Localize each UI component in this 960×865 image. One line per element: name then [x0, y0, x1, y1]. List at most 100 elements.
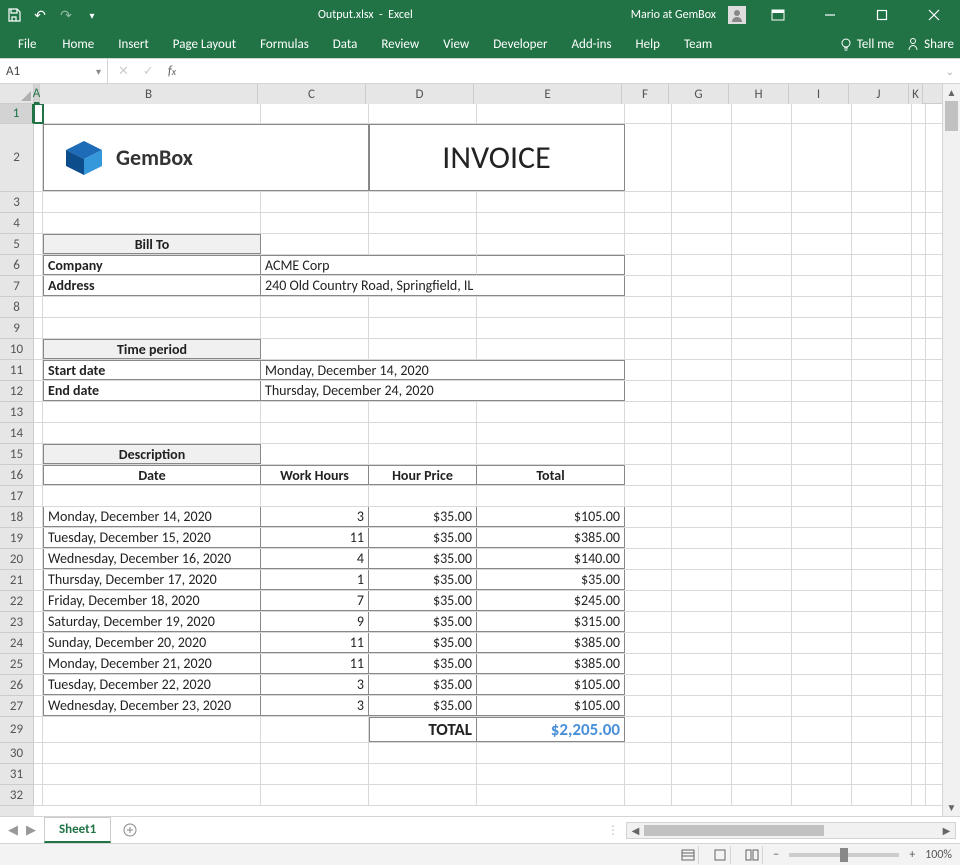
data-total[interactable]: $105.00 [477, 696, 625, 716]
grand-total-value[interactable]: $2,205.00 [477, 717, 625, 742]
cell[interactable] [477, 486, 625, 506]
cell[interactable] [732, 696, 792, 716]
cell[interactable] [852, 507, 912, 527]
cell[interactable] [792, 549, 852, 569]
cell[interactable] [732, 213, 792, 233]
cell[interactable] [477, 444, 625, 464]
cell[interactable] [792, 402, 852, 422]
data-date[interactable]: Thursday, December 17, 2020 [43, 570, 261, 590]
cell[interactable] [34, 696, 43, 716]
cell[interactable] [912, 104, 926, 123]
cell[interactable] [732, 423, 792, 443]
cell[interactable] [732, 276, 792, 296]
cell[interactable] [625, 465, 672, 485]
save-icon[interactable] [6, 7, 22, 23]
user-avatar-icon[interactable] [728, 6, 746, 24]
cell[interactable] [912, 764, 926, 784]
cell[interactable] [912, 423, 926, 443]
data-price[interactable]: $35.00 [369, 612, 477, 632]
tab-team[interactable]: Team [674, 33, 722, 56]
cell[interactable] [43, 104, 261, 123]
col-hour-price[interactable]: Hour Price [369, 465, 477, 485]
name-box[interactable]: A1 ▾ [0, 59, 108, 83]
cell[interactable] [792, 234, 852, 254]
row-header[interactable]: 22 [0, 591, 34, 612]
cell[interactable] [625, 507, 672, 527]
cell[interactable] [34, 255, 43, 275]
cell[interactable] [912, 192, 926, 212]
tell-me[interactable]: Tell me [839, 37, 894, 52]
cell[interactable] [852, 402, 912, 422]
cell[interactable] [792, 297, 852, 317]
address-label[interactable]: Address [43, 276, 261, 296]
cell[interactable] [625, 255, 672, 275]
cell[interactable] [477, 764, 625, 784]
cell[interactable] [852, 785, 912, 805]
cell[interactable] [34, 297, 43, 317]
cell[interactable] [792, 381, 852, 401]
row-header[interactable]: 27 [0, 696, 34, 717]
zoom-thumb[interactable] [840, 848, 848, 862]
select-all-corner[interactable] [0, 84, 34, 104]
cell[interactable] [852, 465, 912, 485]
cell[interactable] [261, 297, 369, 317]
cell[interactable] [34, 276, 43, 296]
cell[interactable] [34, 570, 43, 590]
grand-total-label[interactable]: TOTAL [369, 717, 477, 742]
cell[interactable] [852, 124, 912, 191]
cell[interactable] [852, 255, 912, 275]
col-header-k[interactable]: K [909, 84, 923, 104]
cell[interactable] [625, 297, 672, 317]
cell[interactable] [625, 360, 672, 380]
row-header[interactable]: 19 [0, 528, 34, 549]
data-price[interactable]: $35.00 [369, 675, 477, 695]
cell[interactable] [852, 234, 912, 254]
cell[interactable] [672, 675, 732, 695]
cell[interactable] [912, 507, 926, 527]
col-header-f[interactable]: F [622, 84, 669, 104]
cell[interactable] [477, 339, 625, 359]
cell[interactable] [34, 234, 43, 254]
cell[interactable] [261, 743, 369, 763]
row-header[interactable]: 29 [0, 717, 34, 743]
cell[interactable] [672, 654, 732, 674]
cell[interactable] [369, 743, 477, 763]
cell[interactable] [477, 234, 625, 254]
row-header[interactable]: 11 [0, 360, 34, 381]
cell[interactable] [477, 213, 625, 233]
cell[interactable] [34, 192, 43, 212]
cell[interactable] [672, 612, 732, 632]
cell[interactable] [34, 785, 43, 805]
data-total[interactable]: $315.00 [477, 612, 625, 632]
cell[interactable] [912, 276, 926, 296]
cell[interactable] [792, 785, 852, 805]
cell[interactable] [912, 381, 926, 401]
cell[interactable] [672, 402, 732, 422]
cell[interactable] [34, 423, 43, 443]
cell[interactable] [34, 528, 43, 548]
tab-review[interactable]: Review [371, 33, 429, 56]
cell[interactable] [43, 318, 261, 338]
tab-page-layout[interactable]: Page Layout [163, 33, 246, 56]
cell[interactable] [43, 743, 261, 763]
cell[interactable] [34, 717, 43, 742]
cell[interactable] [477, 785, 625, 805]
cell[interactable] [369, 785, 477, 805]
col-total[interactable]: Total [477, 465, 625, 485]
cell[interactable] [792, 213, 852, 233]
cell[interactable] [912, 465, 926, 485]
row-header[interactable]: 3 [0, 192, 34, 213]
cell[interactable] [34, 486, 43, 506]
row-header[interactable]: 6 [0, 255, 34, 276]
cell[interactable] [732, 764, 792, 784]
sheet-nav-prev-icon[interactable]: ◀ [8, 823, 18, 838]
cell[interactable] [625, 444, 672, 464]
cell[interactable] [672, 360, 732, 380]
cell[interactable] [369, 402, 477, 422]
cell[interactable] [477, 402, 625, 422]
cell[interactable] [477, 104, 625, 123]
cell[interactable] [369, 423, 477, 443]
data-total[interactable]: $385.00 [477, 633, 625, 653]
cell[interactable] [672, 764, 732, 784]
qat-dropdown-icon[interactable]: ▾ [84, 7, 100, 23]
